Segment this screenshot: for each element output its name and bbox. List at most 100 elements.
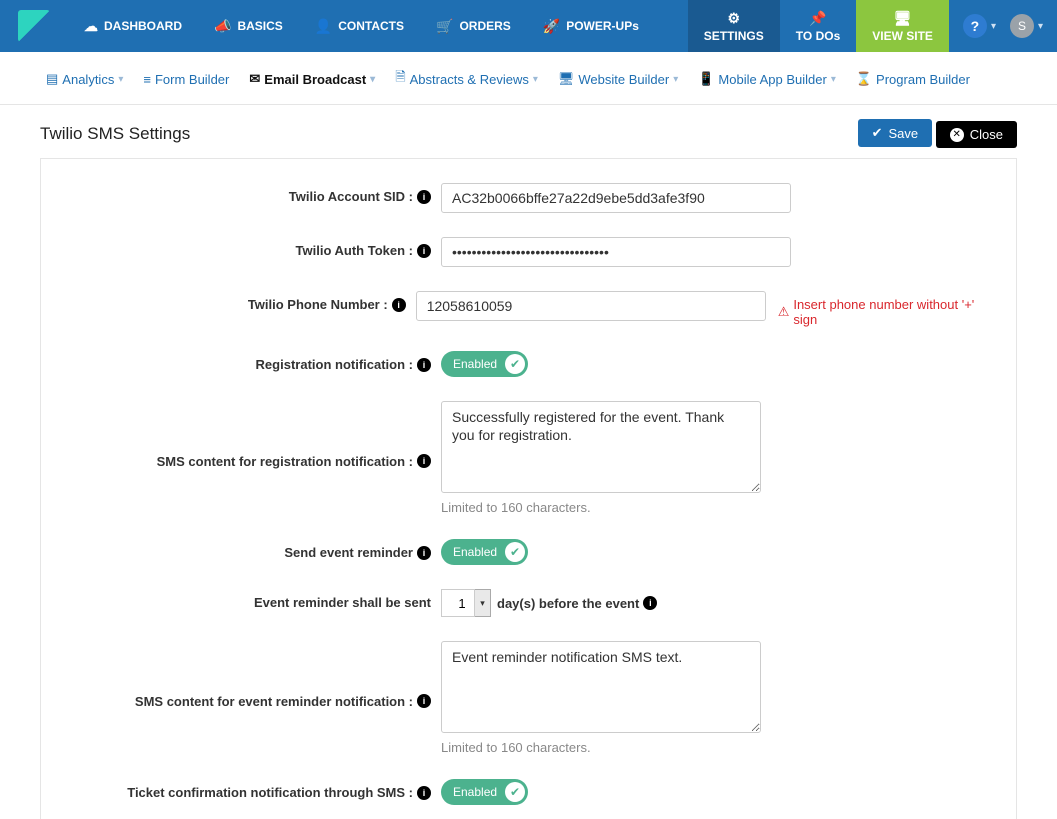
input-phone-number[interactable] bbox=[416, 291, 766, 321]
page-header: Twilio SMS Settings ✔Save ✕Close bbox=[0, 105, 1057, 158]
check-icon: ✔ bbox=[872, 125, 883, 141]
mobile-icon: 📱 bbox=[698, 71, 714, 87]
nav-dashboard[interactable]: ☁ DASHBOARD bbox=[68, 0, 198, 52]
label-phone-number: Twilio Phone Number : bbox=[248, 297, 388, 312]
rocket-icon: 🚀 bbox=[543, 18, 560, 35]
nav-viewsite-label: VIEW SITE bbox=[872, 29, 933, 43]
chevron-down-icon: ▾ bbox=[1038, 21, 1043, 32]
nav-view-site[interactable]: 🖥 VIEW SITE bbox=[856, 0, 949, 52]
nav-right: ?▾ S▾ bbox=[949, 0, 1057, 52]
row-reminder-days: Event reminder shall be sent ▾ day(s) be… bbox=[71, 589, 986, 617]
envelope-icon: ✉ bbox=[249, 71, 260, 87]
row-phone-number: Twilio Phone Number : i ⚠Insert phone num… bbox=[71, 291, 986, 327]
toggle-send-reminder[interactable]: Enabled✔ bbox=[441, 539, 528, 565]
nav-contacts-label: CONTACTS bbox=[338, 19, 404, 33]
nav-basics-label: BASICS bbox=[237, 19, 282, 33]
nav-settings[interactable]: ⚙ SETTINGS bbox=[688, 0, 780, 52]
row-send-reminder: Send event reminder i Enabled✔ bbox=[71, 539, 986, 565]
label-reminder-days-post: day(s) before the event bbox=[497, 596, 639, 611]
info-icon[interactable]: i bbox=[417, 190, 431, 204]
user-menu[interactable]: S▾ bbox=[1010, 14, 1043, 38]
info-icon[interactable]: i bbox=[417, 244, 431, 258]
nav-dashboard-label: DASHBOARD bbox=[104, 19, 182, 33]
info-icon[interactable]: i bbox=[417, 454, 431, 468]
check-icon: ✔ bbox=[505, 354, 525, 374]
label-reminder-days: Event reminder shall be sent bbox=[254, 595, 431, 610]
chevron-down-icon: ▾ bbox=[533, 74, 538, 85]
help-icon: ? bbox=[963, 14, 987, 38]
chevron-down-icon: ▾ bbox=[831, 74, 836, 85]
nav-settings-label: SETTINGS bbox=[704, 29, 764, 43]
label-send-reminder: Send event reminder bbox=[284, 545, 413, 560]
nav-contacts[interactable]: 👤 CONTACTS bbox=[299, 0, 420, 52]
close-button[interactable]: ✕Close bbox=[936, 121, 1017, 148]
subnav-website-builder[interactable]: 🖥Website Builder▾ bbox=[552, 64, 684, 94]
subnav-form-builder[interactable]: ≡Form Builder bbox=[137, 64, 235, 94]
textarea-registration-sms[interactable] bbox=[441, 401, 761, 493]
nav-todos[interactable]: 📌TO DOs bbox=[780, 0, 856, 52]
chart-icon: ▤ bbox=[46, 71, 58, 87]
label-registration-sms: SMS content for registration notificatio… bbox=[157, 454, 413, 469]
row-ticket-confirmation: Ticket confirmation notification through… bbox=[71, 779, 986, 805]
subnav-mobile-app[interactable]: 📱Mobile App Builder▾ bbox=[692, 64, 842, 94]
warning-icon: ⚠ bbox=[778, 304, 790, 320]
cart-icon: 🛒 bbox=[436, 18, 453, 35]
top-navbar: ☁ DASHBOARD 📣 BASICS 👤 CONTACTS 🛒 ORDERS 🚀 PO… bbox=[0, 0, 1057, 52]
user-icon: 👤 bbox=[315, 18, 332, 35]
nav-orders[interactable]: 🛒 ORDERS bbox=[420, 0, 527, 52]
info-icon[interactable]: i bbox=[417, 694, 431, 708]
avatar: S bbox=[1010, 14, 1034, 38]
toggle-ticket-confirmation[interactable]: Enabled✔ bbox=[441, 779, 528, 805]
app-logo bbox=[18, 10, 50, 42]
row-account-sid: Twilio Account SID : i bbox=[71, 183, 986, 213]
settings-form: Twilio Account SID : i Twilio Auth Token … bbox=[40, 158, 1017, 819]
label-ticket-confirmation: Ticket confirmation notification through… bbox=[127, 785, 413, 800]
info-icon[interactable]: i bbox=[643, 596, 657, 610]
monitor-icon: 🖥 bbox=[558, 71, 575, 87]
dashboard-icon: ☁ bbox=[84, 18, 98, 35]
chevron-down-icon: ▾ bbox=[991, 21, 996, 32]
nav-powerups-label: POWER-UPs bbox=[566, 19, 639, 33]
subnav-abstracts[interactable]: 🗎Abstracts & Reviews▾ bbox=[389, 64, 544, 94]
info-icon[interactable]: i bbox=[417, 546, 431, 560]
nav-powerups[interactable]: 🚀 POWER-UPs bbox=[527, 0, 655, 52]
reminder-days-stepper[interactable]: ▾ bbox=[441, 589, 491, 617]
help-menu[interactable]: ?▾ bbox=[963, 14, 996, 38]
input-reminder-days[interactable] bbox=[441, 589, 475, 617]
nav-orders-label: ORDERS bbox=[459, 19, 510, 33]
pin-icon: 📌 bbox=[809, 10, 826, 27]
chevron-down-icon: ▾ bbox=[673, 74, 678, 85]
input-auth-token[interactable] bbox=[441, 237, 791, 267]
subnav: ▤Analytics▾ ≡Form Builder ✉Email Broadca… bbox=[0, 52, 1057, 105]
megaphone-icon: 📣 bbox=[214, 18, 231, 35]
label-reminder-sms: SMS content for event reminder notificat… bbox=[135, 694, 413, 709]
label-account-sid: Twilio Account SID : bbox=[289, 189, 413, 204]
row-reminder-sms-content: SMS content for event reminder notificat… bbox=[71, 641, 986, 755]
phone-hint: ⚠Insert phone number without '+' sign bbox=[766, 291, 986, 327]
info-icon[interactable]: i bbox=[417, 786, 431, 800]
check-icon: ✔ bbox=[505, 782, 525, 802]
chevron-down-icon: ▾ bbox=[370, 74, 375, 85]
info-icon[interactable]: i bbox=[392, 298, 406, 312]
info-icon[interactable]: i bbox=[417, 358, 431, 372]
row-auth-token: Twilio Auth Token :i bbox=[71, 237, 986, 267]
check-icon: ✔ bbox=[505, 542, 525, 562]
page-title: Twilio SMS Settings bbox=[40, 124, 190, 144]
input-account-sid[interactable] bbox=[441, 183, 791, 213]
hourglass-icon: ⌛ bbox=[856, 71, 872, 87]
toggle-registration-notification[interactable]: Enabled✔ bbox=[441, 351, 528, 377]
close-icon: ✕ bbox=[950, 128, 964, 142]
stepper-button[interactable]: ▾ bbox=[475, 589, 491, 617]
textarea-reminder-sms[interactable] bbox=[441, 641, 761, 733]
chevron-down-icon: ▾ bbox=[118, 74, 123, 85]
char-limit-text: Limited to 160 characters. bbox=[441, 500, 761, 515]
subnav-program-builder[interactable]: ⌛Program Builder bbox=[850, 64, 976, 94]
subnav-analytics[interactable]: ▤Analytics▾ bbox=[40, 64, 129, 94]
gear-icon: ⚙ bbox=[727, 10, 740, 27]
subnav-email-broadcast[interactable]: ✉Email Broadcast▾ bbox=[243, 64, 381, 94]
save-button[interactable]: ✔Save bbox=[858, 119, 933, 147]
list-icon: ≡ bbox=[143, 72, 151, 87]
monitor-icon: 🖥 bbox=[894, 10, 912, 27]
nav-basics[interactable]: 📣 BASICS bbox=[198, 0, 299, 52]
row-registration-notification: Registration notification :i Enabled✔ bbox=[71, 351, 986, 377]
